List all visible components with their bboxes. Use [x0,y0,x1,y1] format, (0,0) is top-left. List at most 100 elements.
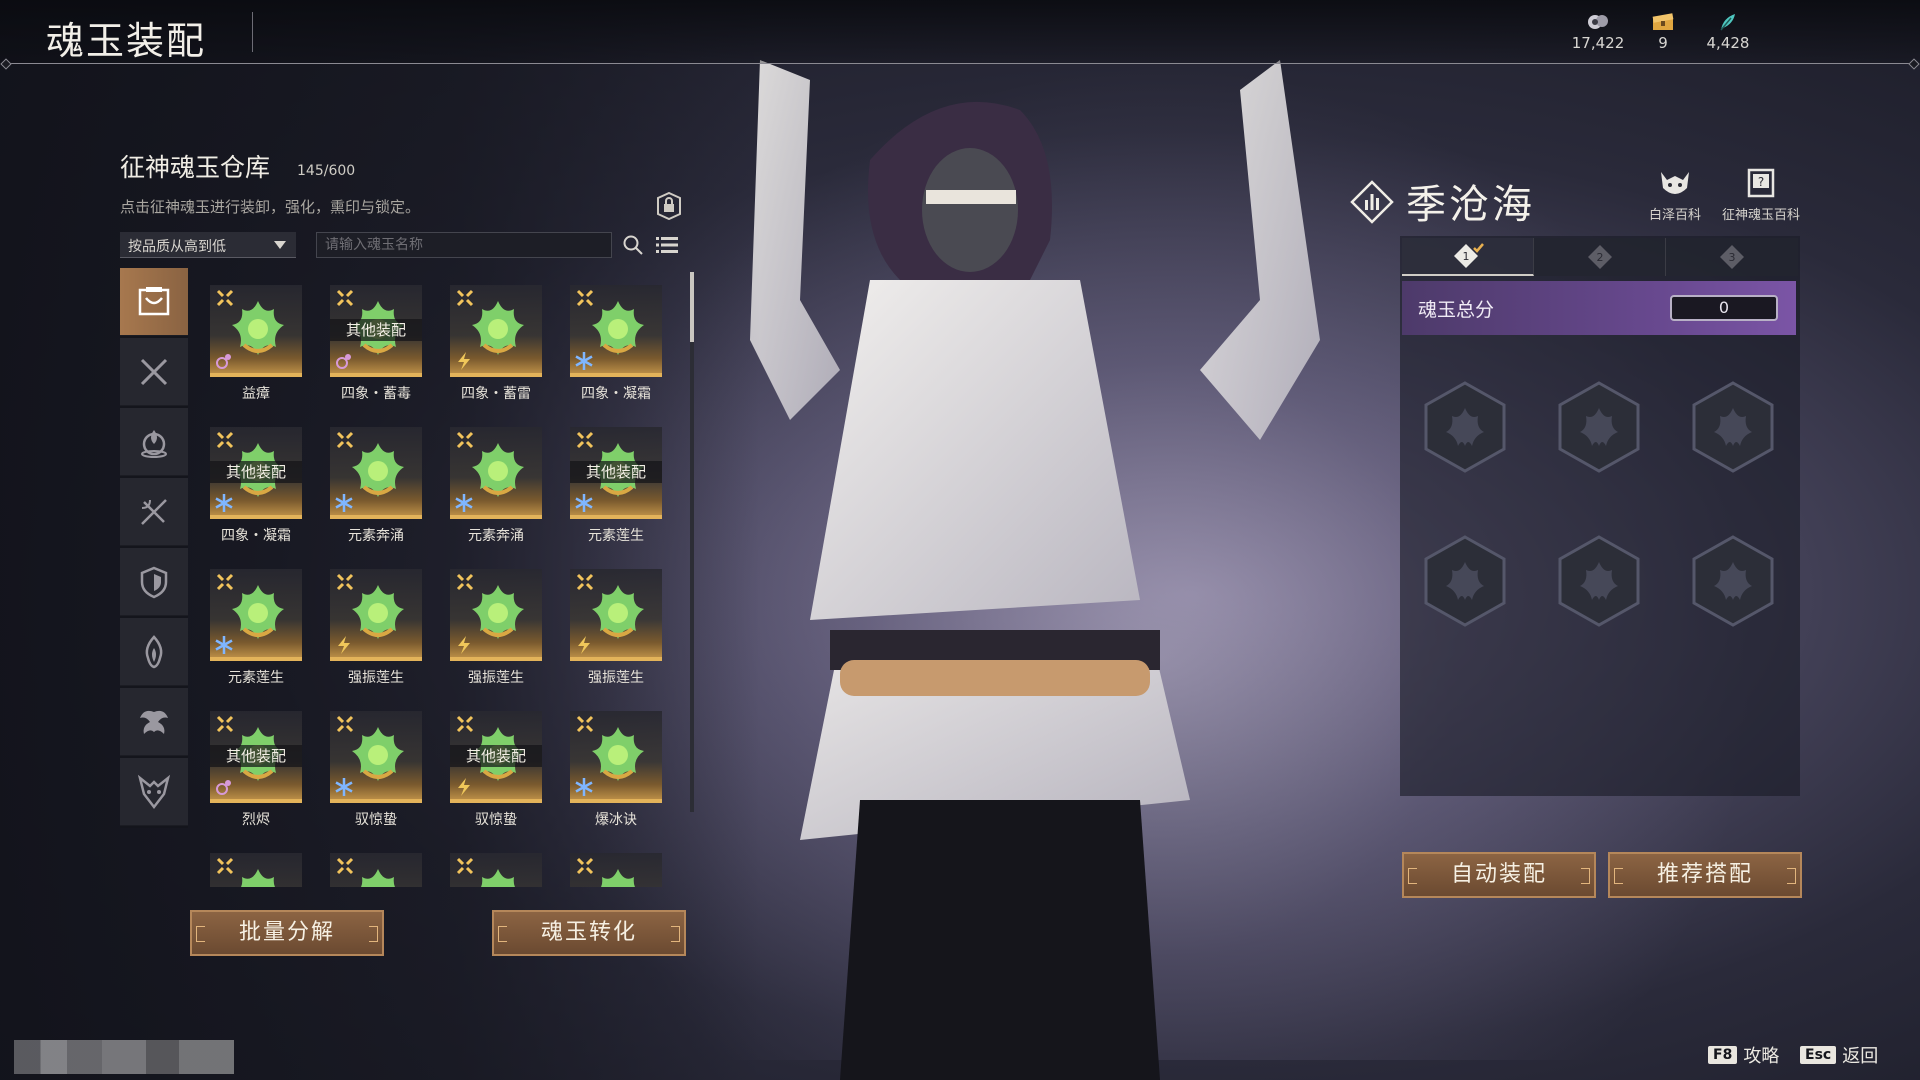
page-title: 魂玉装配 [46,19,207,63]
svg-text:2: 2 [1596,251,1603,264]
jade-item[interactable]: 其他装配 四象・蓄毒 [320,285,432,415]
baize-encyclopedia-button[interactable]: 白泽百科 [1644,166,1706,223]
guide-hotkey[interactable]: F8 攻略 [1708,1042,1779,1068]
jade-item-frame: 其他装配 [210,427,302,519]
blurred-user-info [14,1040,234,1074]
top-divider-line [6,63,1914,64]
jade-slot-1[interactable] [1422,380,1508,474]
jade-encyclopedia-button[interactable]: ? 征神魂玉百科 [1716,166,1806,223]
soul-jade-icon [472,301,524,355]
jade-convert-button[interactable]: 魂玉转化 [492,910,686,956]
jade-item[interactable]: 四象・凝霜 [560,285,672,415]
empty-slot-icon [1424,535,1506,627]
jade-item-name: 四象・凝霜 [581,386,651,402]
jade-item[interactable]: 元素奔涌 [320,427,432,557]
score-value: 0 [1670,295,1778,321]
jade-item-frame [330,427,422,519]
filter-list-icon[interactable] [656,236,678,254]
jade-item[interactable]: 爆冰诀 [560,711,672,841]
search-icon[interactable] [622,234,644,256]
jade-item-name: 烈烬 [242,812,270,828]
soul-jade-icon [352,443,404,497]
jade-item-name: 爆冰诀 [595,812,637,828]
jade-item[interactable] [200,853,312,887]
jade-item[interactable] [320,853,432,887]
baize-beast-icon [1661,172,1689,194]
jade-item[interactable]: 四象・蓄雷 [440,285,552,415]
jade-item[interactable]: 益瘴 [200,285,312,415]
jade-slot-5[interactable] [1556,534,1642,628]
jade-grid: 益瘴 其他装配 四象・蓄毒 四象・蓄雷 四象・凝霜 其他装配 四象・凝霜 元素奔涌 元素奔涌 其他… [200,285,680,887]
jade-item[interactable]: 元素奔涌 [440,427,552,557]
jade-item-frame [450,427,542,519]
character-stats-icon[interactable] [1350,180,1394,224]
category-melee[interactable] [120,338,188,406]
jade-slot-4[interactable] [1422,534,1508,628]
quality-stripe [330,373,422,377]
quality-stripe [570,799,662,803]
jade-item[interactable] [560,853,672,887]
quality-stripe [570,515,662,519]
demon-mask-icon [137,774,171,809]
batch-decompose-button[interactable]: 批量分解 [190,910,384,956]
jade-item-name: 元素奔涌 [348,528,404,544]
jade-item-name: 驭惊蛰 [355,812,397,828]
sort-dropdown[interactable]: 按品质从高到低 [120,232,296,258]
tab-loadout-2[interactable]: 2 [1534,238,1666,276]
thunder-icon [458,778,470,796]
category-ranged[interactable] [120,478,188,546]
jade-slot-6[interactable] [1690,534,1776,628]
jade-item[interactable]: 强振莲生 [320,569,432,699]
equipped-elsewhere-badge: 其他装配 [210,745,302,767]
tab-loadout-3[interactable]: 3 [1666,238,1798,276]
jade-slot-2[interactable] [1556,380,1642,474]
lock-icon[interactable] [656,192,682,220]
treasure-chest-icon [1652,13,1674,30]
jade-item[interactable]: 其他装配 烈烬 [200,711,312,841]
soul-jade-icon [232,585,284,639]
category-demon[interactable] [120,758,188,826]
empty-slot-icon [1558,535,1640,627]
jade-item[interactable]: 强振莲生 [440,569,552,699]
jade-item[interactable]: 驭惊蛰 [320,711,432,841]
soul-jade-icon [600,869,636,887]
auto-equip-button[interactable]: 自动装配 [1402,852,1596,898]
recommend-build-button[interactable]: 推荐搭配 [1608,852,1802,898]
jade-item[interactable]: 其他装配 驭惊蛰 [440,711,552,841]
jade-slot-3[interactable] [1690,380,1776,474]
search-input[interactable] [316,232,612,258]
category-fire[interactable] [120,618,188,686]
jade-item-name: 四象・蓄雷 [461,386,531,402]
jade-item[interactable]: 强振莲生 [560,569,672,699]
guide-key: F8 [1708,1046,1738,1064]
quality-stripe [450,373,542,377]
category-defense[interactable] [120,548,188,616]
jade-item[interactable] [440,853,552,887]
jade-item[interactable]: 元素莲生 [200,569,312,699]
spirit-coin-icon [1588,15,1608,29]
scrollbar-track[interactable] [690,272,694,812]
sort-dropdown-label: 按品质从高到低 [128,239,226,255]
jade-item-frame [570,711,662,803]
tab-loadout-1[interactable]: 1 [1402,238,1534,276]
category-soul[interactable] [120,408,188,476]
jade-item[interactable]: 其他装配 四象・凝霜 [200,427,312,557]
jade-item-frame [330,853,422,887]
soul-jade-icon [240,869,276,887]
empty-slot-icon [1692,535,1774,627]
category-phoenix[interactable] [120,688,188,756]
thunder-icon [578,636,590,654]
jade-item-frame [330,711,422,803]
back-hotkey[interactable]: Esc 返回 [1800,1042,1878,1068]
category-all[interactable] [120,268,188,336]
jade-item-name: 元素莲生 [228,670,284,686]
currency-spirit-value: 17,422 [1571,34,1625,52]
quality-stripe [210,515,302,519]
jade-item[interactable]: 其他装配 元素莲生 [560,427,672,557]
currency-chest: 9 [1628,12,1698,52]
quality-stripe [330,657,422,661]
jade-item-frame [570,569,662,661]
jade-item-name: 益瘴 [242,386,270,402]
scrollbar-thumb[interactable] [690,272,694,342]
soul-jade-icon [592,585,644,639]
